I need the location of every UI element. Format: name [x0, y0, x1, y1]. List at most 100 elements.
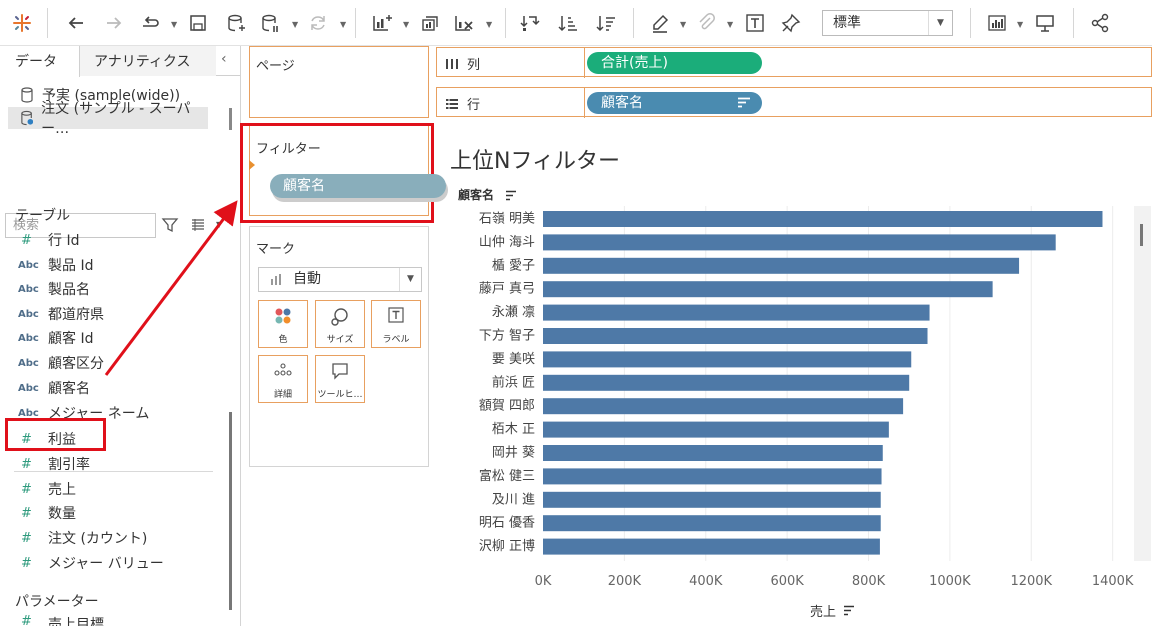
- field-item[interactable]: Abc 製品 Id: [18, 254, 93, 276]
- datasource-scrollbar[interactable]: [229, 108, 232, 130]
- field-label: 都道府県: [48, 307, 104, 323]
- refresh-icon[interactable]: [306, 9, 330, 37]
- undo-icon[interactable]: [64, 9, 88, 37]
- label-button[interactable]: ラベル: [371, 300, 421, 348]
- tooltip-label: ツールヒ…: [317, 390, 363, 400]
- columns-pill-sum-sales[interactable]: 合計(売上): [587, 52, 762, 74]
- filter-icon[interactable]: [161, 216, 179, 234]
- x-axis-title: 売上: [810, 604, 836, 620]
- pages-card[interactable]: ページ: [249, 46, 429, 118]
- worksheet-caret-icon[interactable]: ▼: [403, 20, 409, 29]
- show-me-caret-icon[interactable]: ▼: [1017, 20, 1023, 29]
- string-type-icon: Abc: [18, 283, 39, 295]
- size-icon: [316, 307, 364, 327]
- bar: [543, 211, 1103, 227]
- tableau-logo-icon[interactable]: [10, 9, 34, 37]
- show-me-icon[interactable]: [985, 9, 1009, 37]
- save-icon[interactable]: [186, 9, 210, 37]
- category-label: 及川 進: [492, 492, 535, 507]
- field-item-customer-name[interactable]: Abc 顧客名: [18, 377, 90, 399]
- tab-data[interactable]: データ: [0, 46, 80, 77]
- columns-shelf[interactable]: 列 合計(売上): [436, 47, 1152, 78]
- clear-caret-icon[interactable]: ▼: [486, 20, 492, 29]
- x-tick-label: 0K: [535, 574, 552, 589]
- detail-button[interactable]: 詳細: [258, 355, 308, 403]
- group-members-icon[interactable]: [694, 9, 718, 37]
- tooltip-button[interactable]: ツールヒ…: [315, 355, 365, 403]
- field-label: 行 Id: [48, 233, 80, 249]
- columns-icon: [446, 58, 458, 69]
- field-item[interactable]: Abc 都道府県: [18, 303, 104, 325]
- chart-scrollbar-thumb: [1140, 224, 1143, 246]
- field-item[interactable]: Abc 顧客区分: [18, 352, 104, 374]
- tables-header: テーブル: [15, 208, 71, 224]
- duplicate-sheet-icon[interactable]: [418, 9, 442, 37]
- replay-icon[interactable]: [138, 9, 162, 37]
- field-item[interactable]: # 数量: [18, 502, 76, 524]
- field-item[interactable]: # メジャー バリュー: [18, 552, 164, 574]
- measure-type-icon: #: [21, 555, 32, 571]
- field-item[interactable]: # 行 Id: [18, 229, 79, 251]
- field-label: 顧客区分: [48, 356, 104, 372]
- database-check-icon: [21, 110, 34, 126]
- bar: [543, 445, 883, 461]
- swap-rows-columns-icon[interactable]: [518, 9, 542, 37]
- bar: [543, 468, 882, 485]
- share-icon[interactable]: [1088, 9, 1112, 37]
- pause-updates-icon[interactable]: [258, 9, 282, 37]
- new-datasource-icon[interactable]: [224, 9, 248, 37]
- pause-caret-icon[interactable]: ▼: [292, 20, 298, 29]
- refresh-caret-icon[interactable]: ▼: [340, 20, 346, 29]
- x-tick-label: 600K: [770, 574, 804, 589]
- field-item[interactable]: Abc 製品名: [18, 278, 90, 300]
- y-axis-header: 顧客名: [458, 187, 494, 202]
- group-caret-icon[interactable]: ▼: [727, 20, 733, 29]
- parameter-item[interactable]: # 売上目標: [18, 614, 104, 626]
- view-list-icon[interactable]: [191, 218, 205, 232]
- color-button[interactable]: 色: [258, 300, 308, 348]
- rows-label-text: 行: [467, 98, 481, 113]
- parameters-header: パラメーター: [15, 594, 99, 610]
- presentation-mode-icon[interactable]: [1033, 9, 1057, 37]
- highlight-caret-icon[interactable]: ▼: [680, 20, 686, 29]
- pages-card-title: ページ: [256, 59, 295, 74]
- sort-ascending-icon[interactable]: [556, 9, 580, 37]
- highlight-icon[interactable]: [648, 9, 672, 37]
- tab-analytics[interactable]: アナリティクス: [80, 46, 216, 76]
- datasource-item-active[interactable]: 注文 (サンプル - スーパー…: [8, 101, 208, 137]
- pane-tabs: データ アナリティクス ‹: [0, 46, 240, 77]
- size-button[interactable]: サイズ: [315, 300, 365, 348]
- field-item[interactable]: # 注文 (カウント): [18, 527, 147, 549]
- fit-select[interactable]: 標準 ▼: [822, 10, 953, 36]
- detail-icon: [259, 362, 307, 382]
- x-tick-label: 800K: [852, 574, 886, 589]
- fix-axes-icon[interactable]: [779, 9, 803, 37]
- x-tick-label: 1400K: [1092, 574, 1134, 589]
- toolbar-separator: [505, 8, 506, 38]
- string-type-icon: Abc: [18, 308, 39, 320]
- mark-type-select[interactable]: 自動 ▼: [258, 267, 422, 292]
- view-caret-icon[interactable]: ▼: [216, 220, 222, 229]
- new-worksheet-icon[interactable]: [370, 9, 394, 37]
- field-item[interactable]: Abc 顧客 Id: [18, 327, 93, 349]
- x-tick-label: 1200K: [1010, 574, 1052, 589]
- measure-type-icon: #: [21, 614, 32, 626]
- sort-descending-icon[interactable]: [594, 9, 618, 37]
- collapse-pane-icon[interactable]: ‹: [221, 51, 227, 67]
- rows-shelf[interactable]: 行 顧客名: [436, 87, 1152, 118]
- redo-icon[interactable]: [102, 9, 126, 37]
- database-icon: [21, 87, 33, 103]
- bar: [543, 421, 889, 438]
- rows-pill-customer-name[interactable]: 顧客名: [587, 92, 762, 114]
- show-labels-icon[interactable]: [743, 9, 767, 37]
- field-label: 割引率: [48, 457, 90, 473]
- field-list-scrollbar[interactable]: [229, 412, 232, 610]
- replay-caret-icon[interactable]: ▼: [171, 20, 177, 29]
- rows-shelf-label: 行: [445, 94, 480, 113]
- columns-shelf-label: 列: [445, 54, 480, 73]
- clear-sheet-icon[interactable]: [452, 9, 476, 37]
- shelves: 列 合計(売上) 行 顧客名: [436, 46, 1152, 126]
- field-item[interactable]: # 割引率: [18, 453, 90, 475]
- field-item[interactable]: # 売上: [18, 478, 76, 500]
- filter-pill-customer-name[interactable]: 顧客名: [270, 174, 446, 198]
